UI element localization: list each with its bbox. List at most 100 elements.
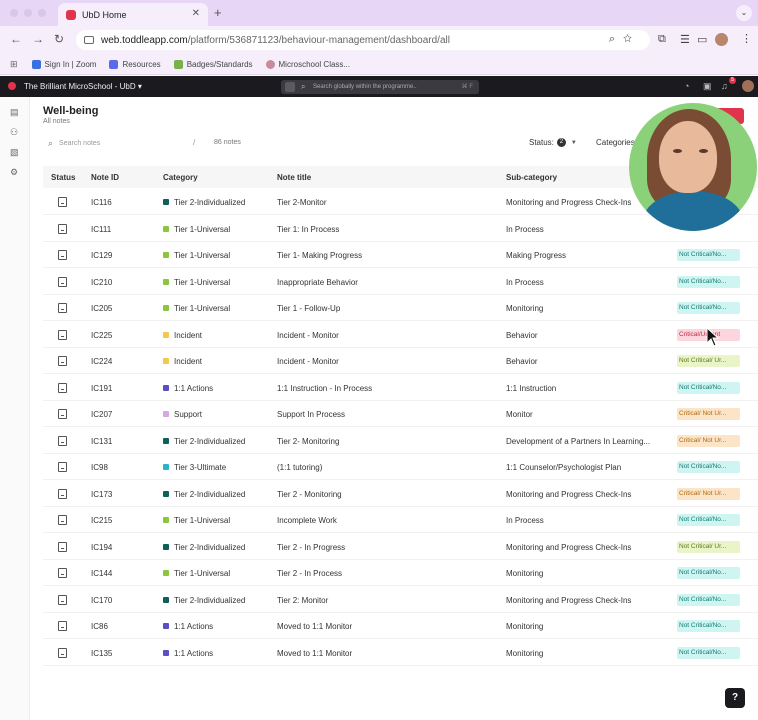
search-notes-input[interactable]: ⌕ Search notes <box>48 138 100 149</box>
table-row[interactable]: IC225 Incident Incident - Monitor Behavior C… <box>43 322 758 348</box>
table-row[interactable]: IC215 Tier 1-Universal Incomplete Work In P… <box>43 507 758 533</box>
note-status-icon <box>58 356 67 366</box>
browser-menu-icon[interactable]: ⋮ <box>741 32 752 45</box>
left-nav-rail: ▤ ⚇ ▧ ⚙ <box>0 97 30 720</box>
url-actions[interactable]: ⌕☆ <box>609 33 640 46</box>
notifications-icon[interactable]: ♫ <box>721 81 728 91</box>
students-icon[interactable]: ⚇ <box>10 127 20 137</box>
table-row[interactable]: IC135 1:1 Actions Moved to 1:1 Monitor Moni… <box>43 640 758 666</box>
calendar-icon[interactable]: ▣ <box>703 81 712 92</box>
reload-icon[interactable]: ↻ <box>54 32 64 46</box>
bookmark-resources[interactable]: Resources <box>109 59 161 69</box>
table-row[interactable]: IC191 1:1 Actions 1:1 Instruction - In Pro… <box>43 375 758 401</box>
category-filter-dropdown[interactable]: Categories: <box>596 138 637 147</box>
col-note-id[interactable]: Note ID <box>91 173 119 182</box>
page-subtitle: All notes <box>43 118 70 125</box>
reading-list-icon[interactable]: ☰ <box>680 33 690 46</box>
tab-search-chevron-icon[interactable]: ⌄ <box>736 5 752 21</box>
notes-icon[interactable]: ▧ <box>10 147 20 157</box>
notes-count: 86 notes <box>214 139 241 146</box>
note-sub-category: Monitoring and Progress Check-Ins <box>506 198 632 207</box>
settings-user-icon[interactable]: ⚙ <box>10 167 20 177</box>
shield-icon[interactable]: ◔ <box>684 81 689 91</box>
note-title: Tier 2- Monitoring <box>277 436 340 446</box>
table-row[interactable]: IC86 1:1 Actions Moved to 1:1 Monitor Monit… <box>43 613 758 639</box>
table-row[interactable]: IC194 Tier 2-Individualized Tier 2 - In Pr… <box>43 534 758 560</box>
note-title: Tier 1 - Follow-Up <box>277 304 341 313</box>
category-color-dot <box>163 437 169 444</box>
help-button[interactable]: ? <box>725 688 745 708</box>
bookmarks-bar: ⊞ Sign In | Zoom Resources Badges/Standa… <box>0 54 758 75</box>
category-color-dot <box>163 331 169 338</box>
separator: / <box>193 138 196 147</box>
category-color-dot <box>163 305 169 311</box>
col-sub-category[interactable]: Sub-category <box>506 173 557 182</box>
priority-tag: Not Critical/No... <box>677 646 740 659</box>
category-label: Incident <box>174 357 203 366</box>
bookmark-badges[interactable]: Badges/Standards <box>173 59 253 69</box>
school-switcher[interactable]: The Brilliant MicroSchool - UbD ▾ <box>24 82 142 91</box>
table-row[interactable]: IC170 Tier 2-Individualized Tier 2: Monito… <box>43 587 758 613</box>
note-sub-category: Monitoring <box>506 622 544 631</box>
profile-avatar[interactable] <box>715 33 728 46</box>
col-note-title[interactable]: Note title <box>277 173 311 182</box>
note-id: IC215 <box>91 516 113 525</box>
status-filter-dropdown[interactable]: Status: 2 ▼ <box>529 138 577 147</box>
window-close-button[interactable] <box>10 9 18 17</box>
table-row[interactable]: IC205 Tier 1-Universal Tier 1 - Follow-Up M… <box>43 295 758 321</box>
mouse-cursor-icon <box>706 327 720 347</box>
table-row[interactable]: IC131 Tier 2-Individualized Tier 2- Monito… <box>43 428 758 454</box>
note-id: IC191 <box>91 383 113 393</box>
table-row[interactable]: IC207 Support Support In Process Monitor Cri… <box>43 401 758 427</box>
category-label: Incident <box>174 330 203 340</box>
note-title: (1:1 tutoring) <box>277 463 323 472</box>
category-color-dot <box>163 278 169 285</box>
priority-tag: Critical/ Not Ur... <box>677 434 740 447</box>
table-row[interactable]: IC173 Tier 2-Individualized Tier 2 - Monit… <box>43 481 758 507</box>
table-row[interactable]: IC129 Tier 1-Universal Tier 1- Making Prog… <box>43 242 758 268</box>
extensions-icon[interactable]: ⧉ <box>658 33 666 46</box>
category-label: Support <box>174 410 203 419</box>
bookmark-zoom[interactable]: Sign In | Zoom <box>31 59 96 69</box>
back-arrow-icon[interactable]: ← <box>10 32 22 46</box>
table-row[interactable]: IC144 Tier 1-Universal Tier 2 - In Process… <box>43 560 758 586</box>
browser-tab-active[interactable]: UbD Home ✕ <box>58 3 208 26</box>
table-row[interactable]: IC98 Tier 3-Ultimate (1:1 tutoring) 1:1 Cou… <box>43 454 758 480</box>
note-category: Tier 1-Universal <box>163 278 230 287</box>
webcam-overlay <box>629 103 757 231</box>
note-title: Incident - Monitor <box>277 330 339 340</box>
col-category[interactable]: Category <box>163 173 198 182</box>
table-row[interactable]: IC224 Incident Incident - Monitor Behavior N… <box>43 348 758 374</box>
note-category: Support <box>163 410 202 419</box>
bookmark-microschool[interactable]: Microschool Class... <box>265 59 350 69</box>
global-search-input[interactable]: ⌕ Search globally within the programme..… <box>281 80 479 94</box>
priority-tag: Not Critical/ Ur... <box>677 355 740 367</box>
note-status-icon <box>58 594 67 605</box>
apps-grid-icon[interactable]: ⊞ <box>10 59 18 70</box>
url-text: web.toddleapp.com/platform/536871123/beh… <box>101 34 450 46</box>
site-settings-icon[interactable] <box>84 36 94 44</box>
close-tab-icon[interactable]: ✕ <box>192 8 200 19</box>
dashboard-icon[interactable]: ▤ <box>10 107 20 117</box>
note-category: Tier 1-Universal <box>163 516 230 525</box>
bell-icon[interactable] <box>285 82 295 92</box>
note-category: 1:1 Actions <box>163 649 213 658</box>
note-category: Tier 1-Universal <box>163 569 230 578</box>
window-zoom-button[interactable] <box>38 9 46 17</box>
sidebar-icon[interactable]: ▭ <box>697 33 707 46</box>
table-row[interactable]: IC210 Tier 1-Universal Inappropriate Behav… <box>43 269 758 295</box>
search-icon: ⌕ <box>48 138 54 148</box>
url-field[interactable]: web.toddleapp.com/platform/536871123/beh… <box>76 30 650 50</box>
note-title: Tier 2-Monitor <box>277 198 327 207</box>
col-status[interactable]: Status <box>51 173 75 182</box>
user-avatar[interactable] <box>742 80 754 92</box>
forward-arrow-icon[interactable]: → <box>32 32 44 46</box>
note-sub-category: Monitoring and Progress Check-Ins <box>506 595 632 605</box>
category-color-dot <box>163 411 169 417</box>
new-tab-icon[interactable]: + <box>214 5 222 20</box>
note-title: Moved to 1:1 Monitor <box>277 622 353 631</box>
toddle-favicon-icon <box>66 9 76 20</box>
note-id: IC135 <box>91 648 113 658</box>
window-minimize-button[interactable] <box>24 9 32 17</box>
category-label: Tier 1-Universal <box>174 516 231 525</box>
